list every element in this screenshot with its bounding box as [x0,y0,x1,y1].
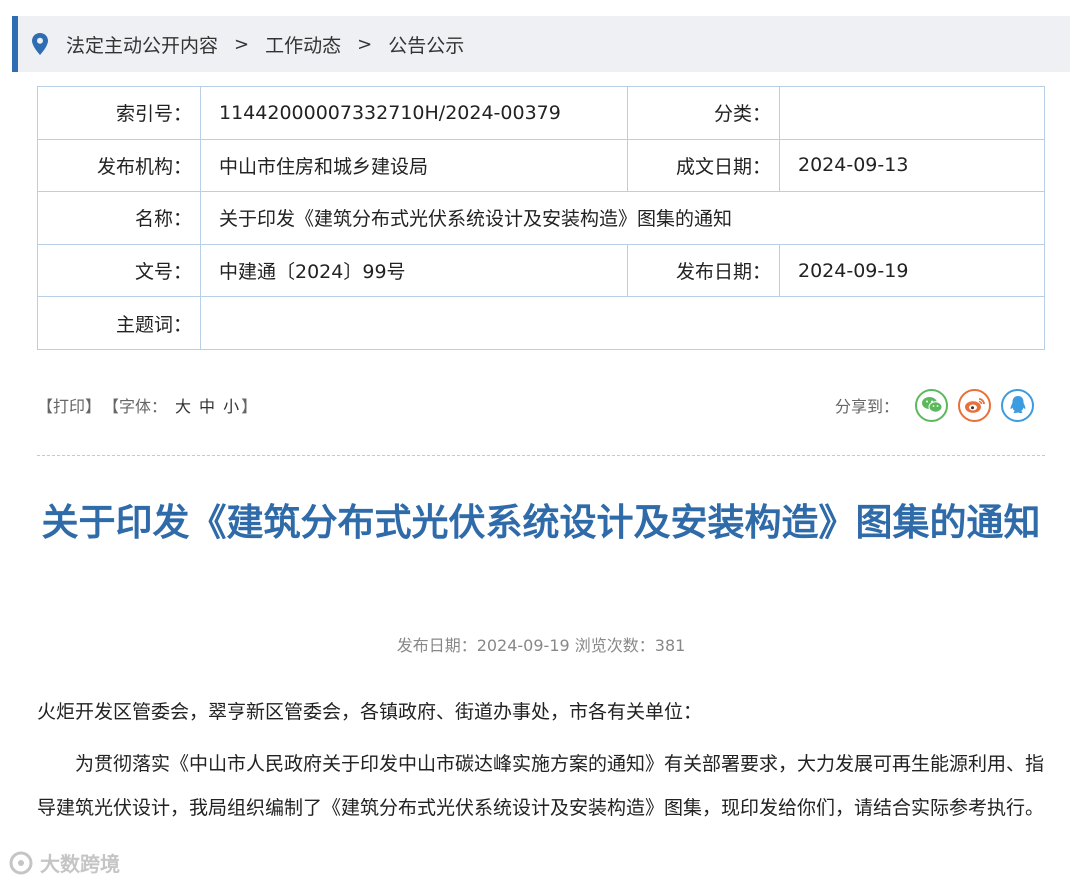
qq-icon [1010,396,1025,414]
document-meta-table: 索引号： 11442000007332710H/2024-00379 分类： 发… [37,86,1045,350]
share-weibo-button[interactable] [958,388,991,422]
category-label: 分类： [627,86,780,140]
watermark: 大数跨境 [8,848,120,877]
chevron-right-icon: > [357,33,373,55]
divider [37,455,1045,456]
table-row: 文号： 中建通〔2024〕99号 发布日期： 2024-09-19 [37,243,1045,298]
article-toolbar: 【打印】 【字体： 大 中 小 】 分享到： [37,383,1045,427]
table-row: 名称： 关于印发《建筑分布式光伏系统设计及安装构造》图集的通知 [37,191,1045,245]
font-medium-button[interactable]: 中 [199,393,215,417]
doc-number-label: 文号： [37,243,201,298]
doc-number-value: 中建通〔2024〕99号 [200,243,628,298]
weibo-icon [964,398,985,413]
share-wechat-button[interactable] [915,388,948,422]
table-row: 发布机构： 中山市住房和城乡建设局 成文日期： 2024-09-13 [37,138,1045,193]
index-label: 索引号： [37,86,201,140]
publish-date-value: 2024-09-19 [779,243,1045,298]
print-button[interactable]: 【打印】 [37,393,101,417]
publisher-value: 中山市住房和城乡建设局 [200,138,628,193]
chevron-right-icon: > [234,33,250,55]
location-pin-icon [32,33,48,55]
publisher-label: 发布机构： [37,138,201,193]
watermark-logo-icon [9,851,33,874]
created-date-value: 2024-09-13 [779,138,1045,193]
publish-date-label: 发布日期： [627,243,780,298]
breadcrumb: 法定主动公开内容 > 工作动态 > 公告公示 [12,16,1070,72]
name-label: 名称： [37,191,201,245]
article-title: 关于印发《建筑分布式光伏系统设计及安装构造》图集的通知 [41,501,1041,544]
keyword-label: 主题词： [37,296,201,350]
wechat-icon [921,397,942,413]
breadcrumb-item-announcements[interactable]: 公告公示 [388,31,464,58]
name-value: 关于印发《建筑分布式光伏系统设计及安装构造》图集的通知 [200,191,1045,245]
keyword-value [200,296,1045,350]
table-row: 主题词： [37,296,1045,350]
created-date-label: 成文日期： [627,138,780,193]
share-qq-button[interactable] [1001,388,1034,422]
breadcrumb-item-public-content[interactable]: 法定主动公开内容 [66,31,218,58]
breadcrumb-item-work-news[interactable]: 工作动态 [265,31,341,58]
share-label: 分享到： [834,397,899,416]
article-paragraph: 为贯彻落实《中山市人民政府关于印发中山市碳达峰实施方案的通知》有关部署要求，大力… [37,753,1045,819]
index-value: 11442000007332710H/2024-00379 [200,86,628,140]
article-body: 火炬开发区管委会，翠亨新区管委会，各镇政府、街道办事处，市各有关单位： 为贯彻落… [37,690,1045,830]
table-row: 索引号： 11442000007332710H/2024-00379 分类： [37,86,1045,140]
font-size-suffix: 】 [241,397,258,416]
category-value [779,86,1045,140]
font-large-button[interactable]: 大 [175,393,191,417]
font-size-prefix: 【字体： [103,397,168,416]
article-pubinfo: 发布日期：2024-09-19 浏览次数：381 [396,636,686,655]
font-small-button[interactable]: 小 [223,393,239,417]
watermark-text: 大数跨境 [40,852,120,876]
article-addressee: 火炬开发区管委会，翠亨新区管委会，各镇政府、街道办事处，市各有关单位： [37,701,703,723]
